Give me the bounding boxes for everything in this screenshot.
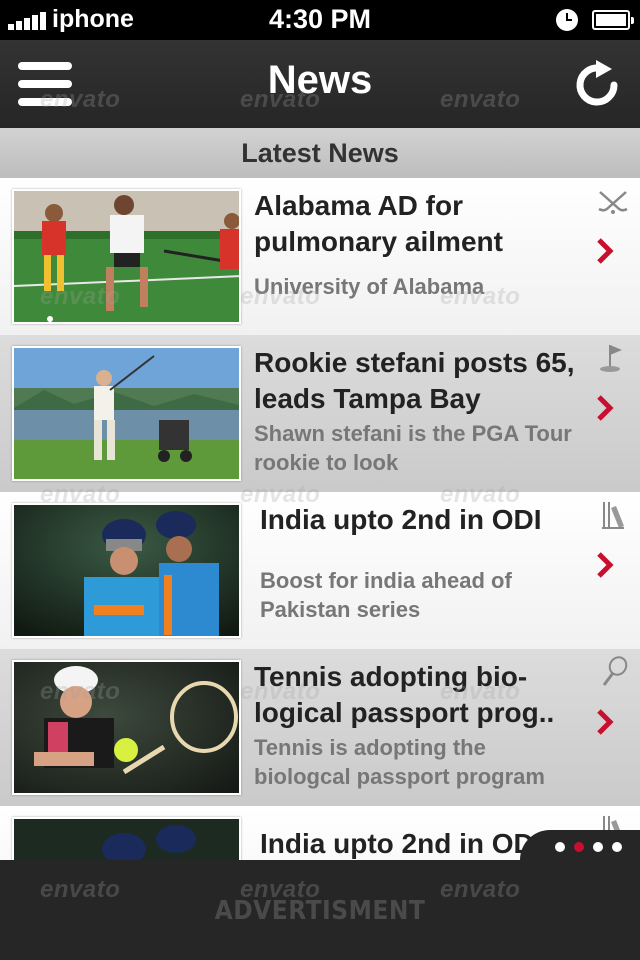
news-item[interactable]: Alabama AD for pulmonary ailment Univers… xyxy=(0,178,640,335)
cricket-players-photo xyxy=(12,503,241,638)
news-item[interactable]: India upto 2nd in ODI Boost for india ah… xyxy=(0,492,640,649)
news-summary: Boost for india ahead of Pakistan series xyxy=(260,568,512,622)
news-headline: Rookie stefani posts 65, leads Tampa Bay xyxy=(254,347,575,414)
advertisement-label: ADVERTISMENT xyxy=(214,896,426,926)
chevron-right-icon[interactable] xyxy=(595,707,615,737)
page-dot-active[interactable] xyxy=(574,842,584,852)
chevron-right-icon[interactable] xyxy=(595,393,615,423)
page-dot[interactable] xyxy=(555,842,565,852)
news-item[interactable]: Rookie stefani posts 65, leads Tampa Bay… xyxy=(0,335,640,492)
news-summary: Tennis is adopting the biologcal passpor… xyxy=(254,735,545,789)
tennis-racket-icon xyxy=(602,656,628,686)
status-time: 4:30 PM xyxy=(268,4,372,34)
page-dot[interactable] xyxy=(593,842,603,852)
alarm-clock-icon xyxy=(556,9,578,31)
page-dot[interactable] xyxy=(612,842,622,852)
status-bar: iphone 4:30 PM xyxy=(0,0,640,40)
news-headline: Alabama AD for pulmonary ailment xyxy=(254,190,503,257)
news-item[interactable]: Tennis adopting bio-logical passport pro… xyxy=(0,649,640,806)
golfer-photo xyxy=(12,346,241,481)
nav-bar: News xyxy=(0,40,640,128)
cricket-players-photo xyxy=(12,817,241,860)
chevron-right-icon[interactable] xyxy=(595,550,615,580)
battery-icon xyxy=(592,10,634,30)
news-summary: Shawn stefani is the PGA Tour rookie to … xyxy=(254,421,572,475)
section-header: Latest News xyxy=(0,128,640,178)
cricket-bat-icon xyxy=(602,502,624,529)
news-list: Alabama AD for pulmonary ailment Univers… xyxy=(0,178,640,860)
field-hockey-photo xyxy=(12,189,241,324)
refresh-button[interactable] xyxy=(570,58,624,112)
advertisement-banner[interactable]: envato envato envato ADVERTISMENT xyxy=(0,860,640,960)
refresh-icon xyxy=(576,60,618,106)
tennis-player-photo xyxy=(12,660,241,795)
news-headline: Tennis adopting bio-logical passport pro… xyxy=(254,661,555,728)
news-summary: University of Alabama xyxy=(254,274,485,299)
golf-flag-icon xyxy=(600,345,622,372)
page-title: News xyxy=(267,58,373,102)
hockey-sticks-icon xyxy=(598,191,628,214)
chevron-right-icon[interactable] xyxy=(595,236,615,266)
news-headline: India upto 2nd in ODI xyxy=(260,504,542,535)
page-indicator[interactable] xyxy=(520,830,640,860)
